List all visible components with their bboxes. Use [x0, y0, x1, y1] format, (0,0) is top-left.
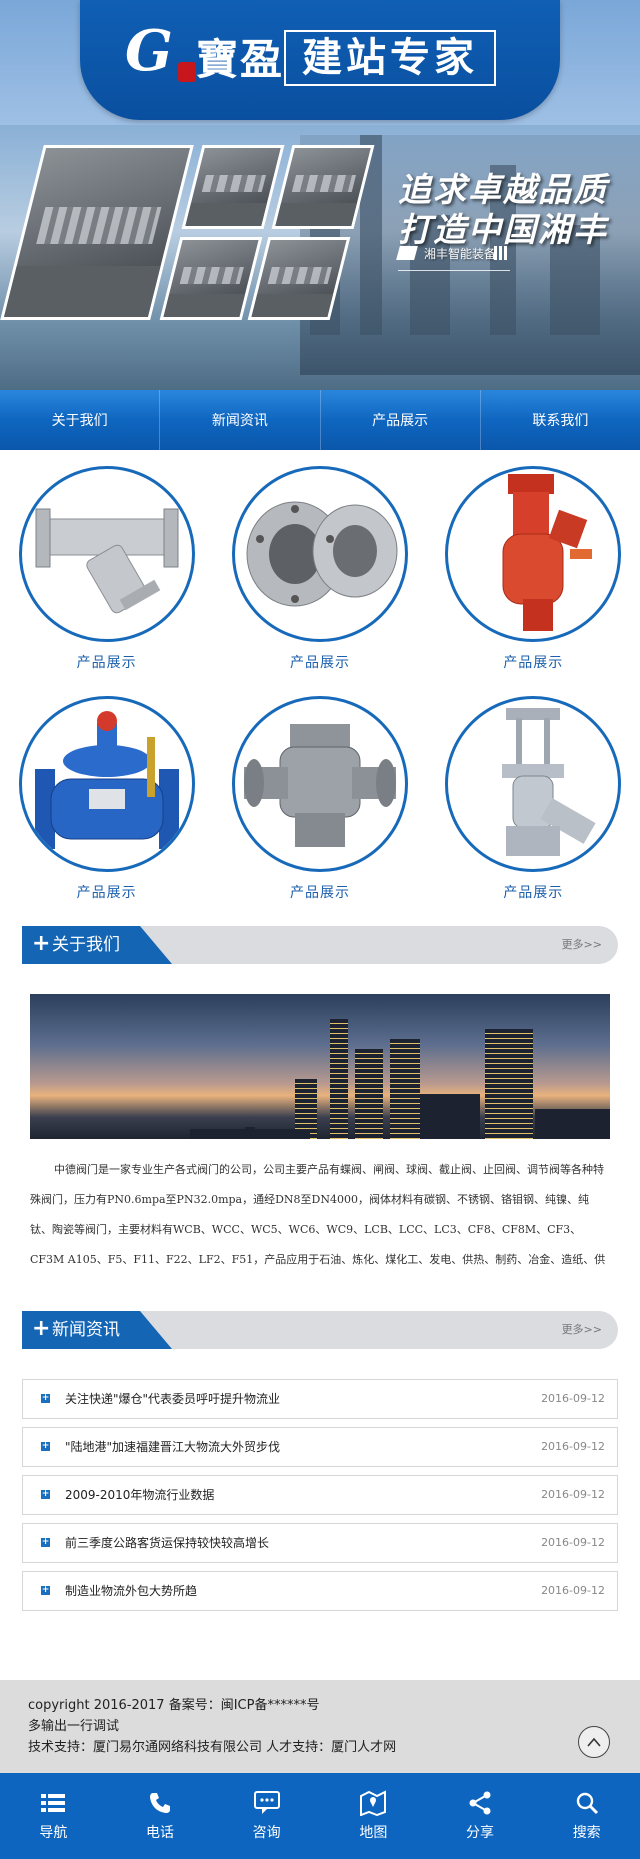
- toolbar-phone-button[interactable]: 电话: [107, 1773, 214, 1859]
- toolbar-nav-button[interactable]: 导航: [0, 1773, 107, 1859]
- bullet-plus-icon: +: [41, 1489, 50, 1499]
- banner-factory-photo-2: [181, 145, 285, 229]
- news-item[interactable]: + 制造业物流外包大势所趋 2016-09-12: [22, 1571, 618, 1611]
- product-card[interactable]: 产品展示: [0, 466, 213, 696]
- toolbar-chat-button[interactable]: 咨询: [213, 1773, 320, 1859]
- bottom-toolbar: 导航 电话 咨询 地图 分享 搜索: [0, 1773, 640, 1859]
- toolbar-search-button[interactable]: 搜索: [533, 1773, 640, 1859]
- blue-control-valve-icon: [18, 696, 195, 872]
- about-description: 中德阀门是一家专业生产各式阀门的公司，公司主要产品有蝶阀、闸阀、球阀、截止阀、止…: [30, 1163, 606, 1266]
- banner-headline-2: 打造中国湘丰: [398, 210, 608, 249]
- toolbar-map-button[interactable]: 地图: [320, 1773, 427, 1859]
- banner-tagline: 湘丰智能装备: [398, 245, 509, 262]
- footer-debug-line: 多输出一行调试: [28, 1719, 120, 1734]
- news-date: 2016-09-12: [541, 1536, 605, 1549]
- red-filter-valve-icon: [445, 466, 622, 642]
- banner-factory-photo-4: [159, 237, 263, 320]
- product-label: 产品展示: [503, 655, 564, 671]
- toolbar-share-button[interactable]: 分享: [427, 1773, 534, 1859]
- flange-pipes-icon: [231, 466, 408, 642]
- banner: 追求卓越品质 打造中国湘丰 湘丰智能装备: [0, 125, 640, 390]
- news-date: 2016-09-12: [541, 1488, 605, 1501]
- y-strainer-valve-icon: [18, 466, 195, 642]
- toolbar-label: 咨询: [252, 1825, 281, 1841]
- footer-tech-support: 技术支持：厦门易尔通网络科技有限公司 人才支持：厦门人才网: [28, 1740, 397, 1755]
- toolbar-label: 分享: [466, 1825, 495, 1841]
- product-grid: 产品展示 产品展示 产品展示 产品展示 产品展示 产品展示: [0, 450, 640, 926]
- product-label: 产品展示: [503, 885, 564, 901]
- news-section-header: 新闻资讯 + 更多>>: [22, 1311, 618, 1349]
- news-item[interactable]: + 前三季度公路客货运保持较快较高增长 2016-09-12: [22, 1523, 618, 1563]
- news-title: 制造业物流外包大势所趋: [65, 1584, 198, 1598]
- back-to-top-button[interactable]: [578, 1726, 610, 1758]
- logo-slogan: 建站专家: [284, 30, 496, 86]
- angle-valve-icon: [445, 696, 622, 872]
- news-more-link[interactable]: 更多>>: [562, 1311, 602, 1349]
- news-date: 2016-09-12: [541, 1440, 605, 1453]
- toolbar-label: 地图: [359, 1825, 388, 1841]
- logo-name: 寶盈: [196, 35, 285, 84]
- nav-item-contact[interactable]: 联系我们: [481, 390, 640, 450]
- phone-icon: [147, 1790, 173, 1816]
- header: G 寶盈 建站专家: [0, 0, 640, 125]
- news-date: 2016-09-12: [541, 1584, 605, 1597]
- toolbar-label: 搜索: [572, 1825, 601, 1841]
- nav-item-news[interactable]: 新闻资讯: [160, 390, 321, 450]
- news-list: + 关注快递"爆仓"代表委员呼吁提升物流业 2016-09-12 + "陆地港"…: [22, 1379, 618, 1611]
- plus-icon: +: [32, 1316, 51, 1341]
- bullet-plus-icon: +: [41, 1441, 50, 1451]
- product-card[interactable]: 产品展示: [427, 466, 640, 696]
- news-title: 前三季度公路客货运保持较快较高增长: [65, 1536, 270, 1550]
- news-date: 2016-09-12: [541, 1392, 605, 1405]
- product-card[interactable]: 产品展示: [213, 696, 426, 926]
- chevron-up-icon: [587, 1737, 601, 1747]
- footer: copyright 2016-2017 备案号：闽ICP备******号 多输出…: [0, 1680, 640, 1773]
- share-icon: [467, 1790, 493, 1816]
- toolbar-label: 导航: [39, 1825, 68, 1841]
- search-icon: [574, 1790, 600, 1816]
- news-title: 2009-2010年物流行业数据: [65, 1488, 215, 1502]
- four-way-valve-icon: [231, 696, 408, 872]
- about-title-text: 关于我们: [52, 935, 120, 955]
- product-label: 产品展示: [76, 885, 137, 901]
- menu-icon: [40, 1790, 66, 1816]
- toolbar-label: 电话: [146, 1825, 174, 1841]
- nav-item-products[interactable]: 产品展示: [321, 390, 481, 450]
- product-card[interactable]: 产品展示: [213, 466, 426, 696]
- plus-icon: +: [32, 931, 51, 956]
- bullet-plus-icon: +: [41, 1537, 50, 1547]
- bullet-plus-icon: +: [41, 1393, 50, 1403]
- map-icon: [360, 1790, 387, 1816]
- news-title-text: 新闻资讯: [52, 1320, 120, 1340]
- chat-icon: [253, 1790, 280, 1816]
- about-section-header: 关于我们 + 更多>>: [22, 926, 618, 964]
- product-label: 产品展示: [76, 655, 137, 671]
- news-title: "陆地港"加速福建晋江大物流大外贸步伐: [65, 1440, 281, 1454]
- page: G 寶盈 建站专家 追求卓越品质 打造中国湘丰 湘丰智能装备 关于我们 新闻资讯…: [0, 0, 640, 1859]
- bullet-plus-icon: +: [41, 1585, 50, 1595]
- about-more-link[interactable]: 更多>>: [562, 926, 602, 964]
- news-item[interactable]: + "陆地港"加速福建晋江大物流大外贸步伐 2016-09-12: [22, 1427, 618, 1467]
- banner-divider: [398, 270, 510, 271]
- news-item[interactable]: + 2009-2010年物流行业数据 2016-09-12: [22, 1475, 618, 1515]
- main-nav: 关于我们 新闻资讯 产品展示 联系我们: [0, 390, 640, 450]
- news-item[interactable]: + 关注快递"爆仓"代表委员呼吁提升物流业 2016-09-12: [22, 1379, 618, 1419]
- footer-copyright: copyright 2016-2017 备案号：闽ICP备******号: [28, 1698, 320, 1713]
- product-card[interactable]: 产品展示: [427, 696, 640, 926]
- logo-letter: G: [125, 18, 173, 84]
- product-card[interactable]: 产品展示: [0, 696, 213, 926]
- nav-item-about[interactable]: 关于我们: [0, 390, 161, 450]
- news-title: 关注快递"爆仓"代表委员呼吁提升物流业: [65, 1392, 281, 1406]
- logo-seal-icon: [178, 62, 196, 82]
- banner-factory-photo-1: [0, 145, 194, 320]
- product-label: 产品展示: [289, 885, 350, 901]
- about-city-image: [30, 994, 610, 1139]
- product-label: 产品展示: [289, 655, 350, 671]
